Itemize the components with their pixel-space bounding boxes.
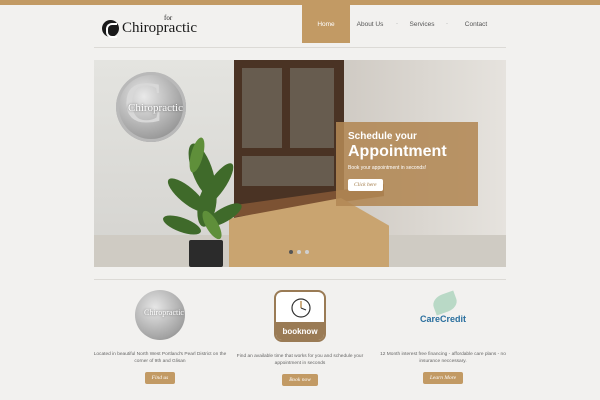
nav-services[interactable]: Services: [404, 5, 440, 43]
hero-slider[interactable]: C Chiropractic Schedule your Appointment…: [94, 60, 506, 267]
feature-text: Located in beautiful North West Portland…: [93, 352, 227, 364]
booknow-label: booknow: [276, 322, 324, 340]
plant-pot: [189, 240, 223, 267]
logo-for: for: [164, 14, 173, 22]
nav-about-us[interactable]: About Us: [350, 5, 390, 43]
feature-financing: CareCredit 12 Month interest free financ…: [373, 290, 513, 384]
logo-c-icon: [102, 19, 119, 38]
header-divider: [94, 47, 506, 48]
carecredit-leaf: [430, 290, 460, 316]
carecredit-logo-icon[interactable]: CareCredit: [413, 290, 473, 340]
main-nav: Home About Us - Services - Contact: [302, 5, 498, 43]
hero-logo-text: Chiropractic: [128, 102, 183, 114]
logo-name: Chiropractic: [122, 20, 197, 36]
slider-dot-1[interactable]: [289, 250, 293, 254]
slider-dot-3[interactable]: [305, 250, 309, 254]
slider-dot-2[interactable]: [297, 250, 301, 254]
logo-text: for Chiropractic: [122, 15, 197, 36]
find-us-button[interactable]: Find us: [144, 372, 176, 384]
hero-chiropractic-logo: C Chiropractic: [116, 72, 186, 142]
nav-separator: -: [396, 21, 398, 27]
feature-booking: booknow Find an available time that work…: [230, 290, 370, 386]
click-here-button[interactable]: Click here: [348, 179, 383, 191]
feature-text: Find an available time that works for yo…: [236, 354, 364, 366]
promo-line1: Schedule your: [348, 131, 417, 142]
nav-home[interactable]: Home: [302, 5, 350, 43]
nav-contact[interactable]: Contact: [454, 5, 498, 43]
promo-line2: Appointment: [348, 143, 447, 160]
book-now-clock-icon[interactable]: booknow: [274, 290, 326, 342]
feature-text: 12 Month interest free financing - affor…: [380, 352, 506, 364]
promo-subtext: Book your appointment in seconds!: [348, 165, 427, 171]
learn-more-button[interactable]: Learn More: [422, 372, 464, 384]
chiropractic-logo-icon[interactable]: Chiropractic: [135, 290, 185, 340]
feature-icon-text: Chiropractic: [144, 308, 184, 317]
slider-dots: [289, 250, 313, 254]
content-divider: [94, 279, 506, 280]
nav-separator: -: [446, 21, 448, 27]
appointment-promo: Schedule your Appointment Book your appo…: [336, 122, 478, 206]
carecredit-text: CareCredit: [419, 314, 466, 324]
feature-location: Chiropractic Located in beautiful North …: [90, 290, 230, 384]
site-logo[interactable]: for Chiropractic: [102, 15, 197, 40]
site-header: for Chiropractic Home About Us - Service…: [94, 5, 506, 45]
book-now-button[interactable]: Book now: [282, 374, 318, 386]
clock-icon: [291, 298, 311, 318]
